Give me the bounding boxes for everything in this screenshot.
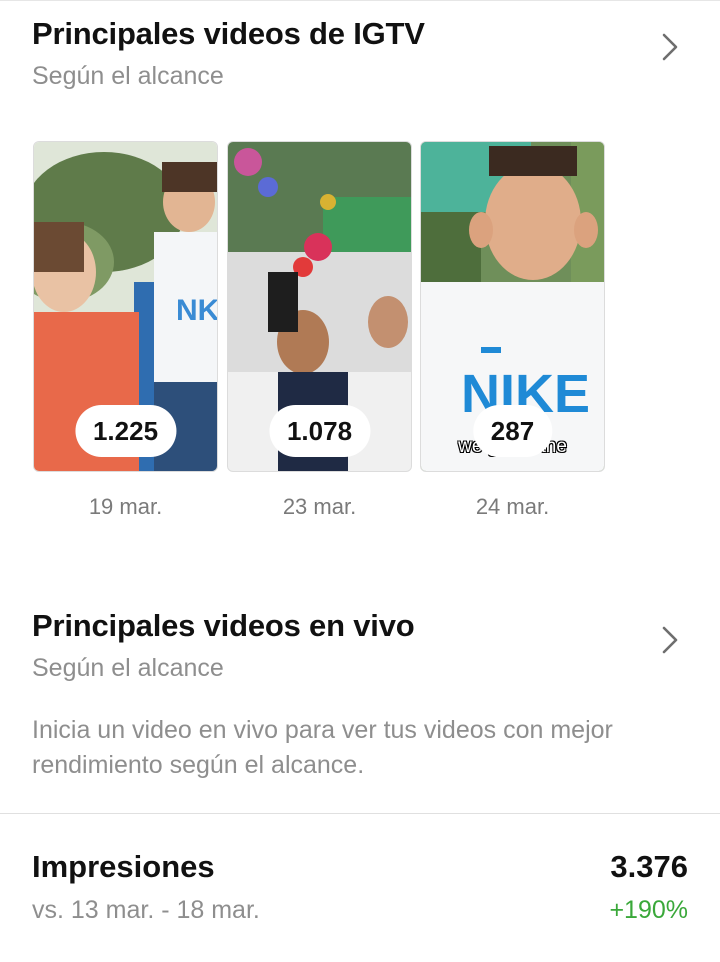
igtv-subtitle: Según el alcance xyxy=(32,62,224,90)
video-date: 24 mar. xyxy=(475,494,550,519)
chevron-right-icon[interactable] xyxy=(660,625,680,655)
igtv-title: Principales videos de IGTV xyxy=(32,16,425,51)
video-date: 23 mar. xyxy=(282,494,357,519)
live-empty-message: Inicia un video en vivo para ver tus vid… xyxy=(32,716,613,779)
igtv-video-thumbnail[interactable]: NIKE we ga do the 287 xyxy=(420,141,605,472)
impressions-row[interactable]: Impresiones 3.376 vs. 13 mar. - 18 mar. … xyxy=(0,814,720,962)
video-date: 19 mar. xyxy=(88,494,163,519)
impressions-value: 3.376 xyxy=(610,849,688,884)
igtv-video-thumbnail[interactable]: NK 1.225 xyxy=(33,141,218,472)
impressions-label: Impresiones xyxy=(32,849,215,884)
insights-page: Principales videos de IGTV Según el alca… xyxy=(0,0,720,962)
live-subtitle: Según el alcance xyxy=(32,654,224,682)
chevron-right-icon[interactable] xyxy=(660,32,680,62)
view-count-badge: 1.078 xyxy=(268,405,371,457)
igtv-video-thumbnail[interactable]: 1.078 xyxy=(227,141,412,472)
live-section[interactable]: Principales videos en vivo Según el alca… xyxy=(0,592,720,812)
impressions-change: +190% xyxy=(609,896,688,924)
view-count-badge: 1.225 xyxy=(74,405,177,457)
view-count-badge: 287 xyxy=(472,405,553,457)
impressions-comparison: vs. 13 mar. - 18 mar. xyxy=(32,896,260,924)
svg-text:NK: NK xyxy=(176,294,218,327)
live-title: Principales videos en vivo xyxy=(32,608,415,643)
igtv-section[interactable]: Principales videos de IGTV Según el alca… xyxy=(0,0,720,560)
